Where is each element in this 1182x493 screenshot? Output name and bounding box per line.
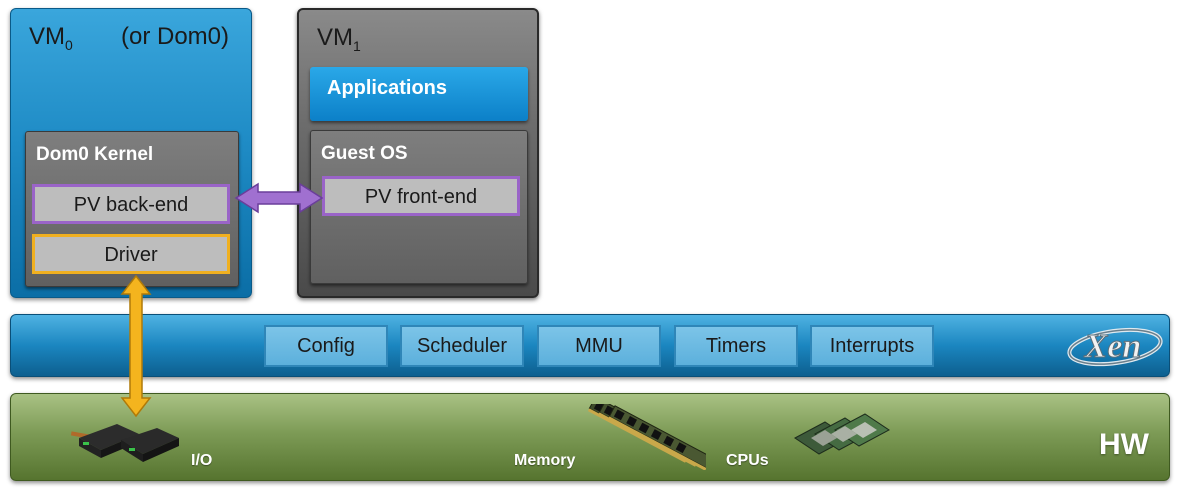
timers-component: Timers [674,325,798,367]
hardware-bar: I/O Memory CPUs HW [10,393,1170,481]
cpu-chips-icon [794,413,890,455]
vm0-panel: VM0 (or Dom0) Dom0 Kernel PV back-end Dr… [10,8,252,298]
vm0-title: VM0 [29,23,73,53]
xen-logo-text: Xen [1084,328,1142,365]
scheduler-component: Scheduler [400,325,524,367]
cpus-label: CPUs [726,452,769,469]
pv-backend-box: PV back-end [32,184,230,224]
interrupts-component: Interrupts [810,325,934,367]
dom0-kernel-box: Dom0 Kernel PV back-end Driver [25,131,239,287]
memory-modules-icon [587,404,706,470]
vm1-title: VM1 [317,24,361,54]
io-device-icon [70,424,179,462]
config-component: Config [264,325,388,367]
memory-label: Memory [514,452,576,469]
io-label: I/O [191,452,213,469]
guest-os-title: Guest OS [321,143,408,164]
guest-os-box: Guest OS PV front-end [310,130,528,284]
xen-hypervisor-bar: Config Scheduler MMU Timers Interrupts X… [10,314,1170,377]
dom0-kernel-title: Dom0 Kernel [36,144,154,165]
pv-frontend-box: PV front-end [322,176,520,216]
vm0-dom0-note: (or Dom0) [121,23,230,50]
driver-box: Driver [32,234,230,274]
hw-title: HW [1099,428,1149,461]
xen-logo: Xen [1067,328,1163,367]
applications-box: Applications [310,67,528,121]
mmu-component: MMU [537,325,661,367]
vm1-panel: VM1 Applications Guest OS PV front-end [297,8,539,298]
